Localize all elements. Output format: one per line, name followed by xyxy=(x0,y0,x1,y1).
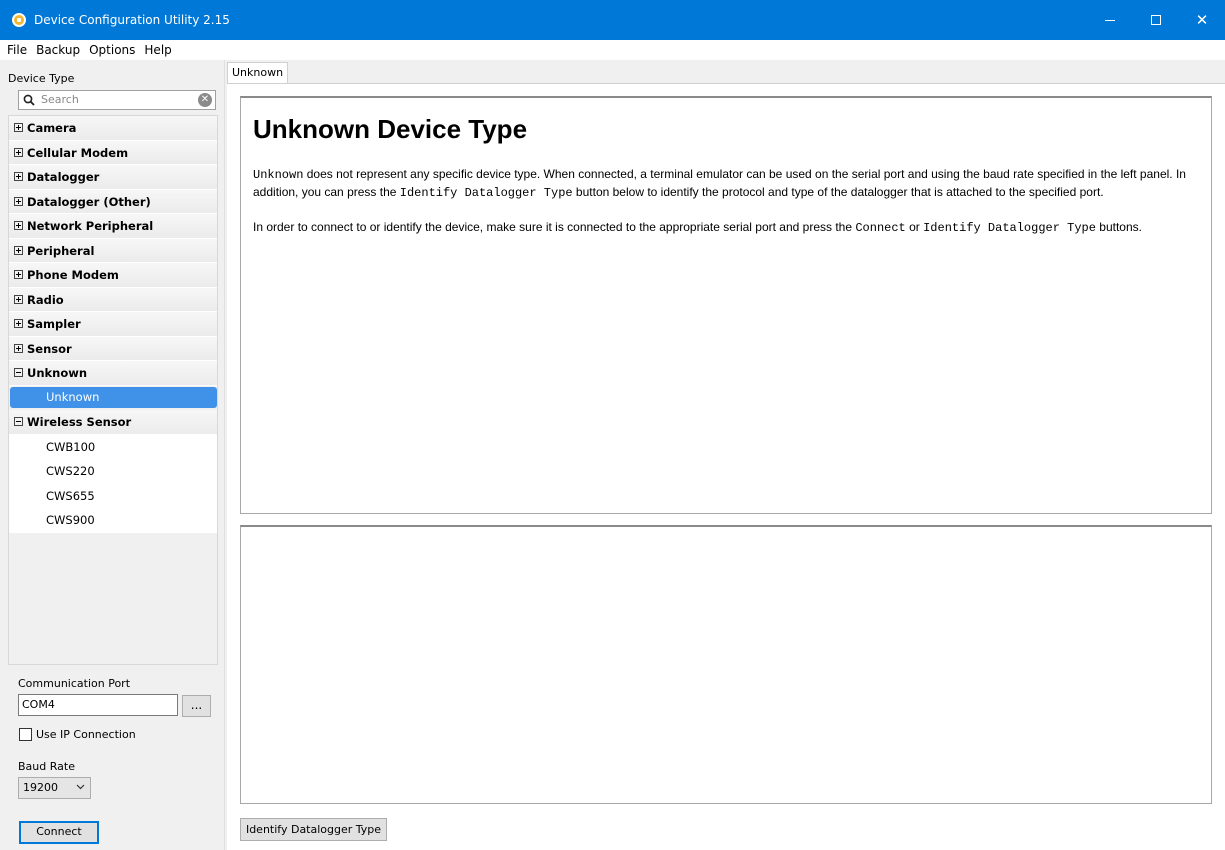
tree-node-camera[interactable]: Camera xyxy=(9,116,217,141)
left-panel: Device Type Search ✕ Camera Cellular Mode… xyxy=(0,60,225,850)
tree-node-datalogger[interactable]: Datalogger xyxy=(9,165,217,190)
communication-port-input[interactable]: COM4 xyxy=(18,694,178,716)
terminal-output[interactable] xyxy=(240,525,1212,804)
menu-help[interactable]: Help xyxy=(141,41,177,59)
tree-node-label: Camera xyxy=(27,121,77,135)
device-type-label: Device Type xyxy=(8,72,75,85)
use-ip-checkbox[interactable] xyxy=(19,728,32,741)
tree-node-sensor[interactable]: Sensor xyxy=(9,336,217,361)
app-icon xyxy=(12,13,26,27)
device-type-tree: Camera Cellular Modem Datalogger Datalogger… xyxy=(8,115,218,665)
expand-icon[interactable] xyxy=(14,294,23,304)
identify-datalogger-button[interactable]: Identify Datalogger Type xyxy=(240,818,387,841)
code-unknown: Unknown xyxy=(253,168,304,182)
tree-node-label: Cellular Modem xyxy=(27,145,129,160)
device-description: Unknown Device Type Unknown does not rep… xyxy=(240,96,1212,514)
communication-port-label: Communication Port xyxy=(18,677,131,690)
expand-icon[interactable] xyxy=(14,319,23,328)
menu-bar: File Backup Options Help xyxy=(0,40,1225,60)
tree-node-unknown[interactable]: Unknown xyxy=(9,361,217,386)
window-title: Device Configuration Utility 2.15 xyxy=(34,13,230,27)
expand-icon[interactable] xyxy=(14,343,23,353)
tree-node-datalogger-other[interactable]: Datalogger (Other) xyxy=(9,189,217,214)
tree-node-label: Phone Modem xyxy=(27,268,119,282)
tree-item-cwb100[interactable]: CWB100 xyxy=(9,434,217,459)
tree-node-radio[interactable]: Radio xyxy=(9,287,217,312)
menu-backup[interactable]: Backup xyxy=(33,41,86,59)
search-placeholder: Search xyxy=(41,93,79,106)
search-input[interactable]: Search ✕ xyxy=(18,90,216,110)
text-span: button below to identify the protocol an… xyxy=(572,185,1104,199)
maximize-icon[interactable] xyxy=(1133,0,1179,40)
tree-node-peripheral[interactable]: Peripheral xyxy=(9,238,217,263)
text-span: or xyxy=(905,220,924,234)
expand-icon[interactable] xyxy=(14,221,23,230)
browse-port-button[interactable]: ... xyxy=(182,695,211,717)
search-icon xyxy=(23,94,35,106)
code-identify: Identify Datalogger Type xyxy=(923,221,1096,235)
tree-item-cws900[interactable]: CWS900 xyxy=(9,508,217,533)
tree-node-label: Radio xyxy=(27,292,64,307)
tree-item-cws220[interactable]: CWS220 xyxy=(9,459,217,484)
tree-node-cellular-modem[interactable]: Cellular Modem xyxy=(9,140,217,165)
tree-node-label: Unknown xyxy=(27,366,88,380)
expand-icon[interactable] xyxy=(14,245,23,255)
tree-node-label: Datalogger xyxy=(27,170,100,184)
text-span: In order to connect to or identify the d… xyxy=(253,220,856,234)
tree-node-label: Datalogger (Other) xyxy=(27,194,151,209)
expand-icon[interactable] xyxy=(14,172,23,181)
expand-icon[interactable] xyxy=(14,147,23,157)
tree-node-wireless-sensor[interactable]: Wireless Sensor xyxy=(9,410,217,435)
tree-node-label: Peripheral xyxy=(27,243,95,258)
baud-rate-label: Baud Rate xyxy=(18,760,75,773)
code-connect: Connect xyxy=(855,221,906,235)
menu-options[interactable]: Options xyxy=(86,41,141,59)
text-span: buttons. xyxy=(1095,220,1142,234)
description-paragraph-2: In order to connect to or identify the d… xyxy=(253,219,1199,237)
tree-node-sampler[interactable]: Sampler xyxy=(9,312,217,337)
tree-node-network-peripheral[interactable]: Network Peripheral xyxy=(9,214,217,239)
tab-unknown[interactable]: Unknown xyxy=(227,62,288,84)
code-identify: Identify Datalogger Type xyxy=(399,186,573,200)
close-icon[interactable]: ✕ xyxy=(1179,0,1225,40)
title-bar: Device Configuration Utility 2.15 ✕ xyxy=(0,0,1225,40)
clear-search-icon[interactable]: ✕ xyxy=(198,93,212,107)
chevron-down-icon xyxy=(76,784,85,790)
expand-icon[interactable] xyxy=(14,270,23,279)
tree-item-unknown[interactable]: Unknown xyxy=(10,387,217,408)
baud-rate-select[interactable]: 19200 xyxy=(18,777,91,799)
connect-button[interactable]: Connect xyxy=(19,821,99,844)
tree-item-cws655[interactable]: CWS655 xyxy=(9,483,217,508)
collapse-icon[interactable] xyxy=(14,417,23,426)
expand-icon[interactable] xyxy=(14,123,23,132)
description-paragraph-1: Unknown does not represent any specific … xyxy=(253,166,1199,202)
tree-node-phone-modem[interactable]: Phone Modem xyxy=(9,263,217,288)
tree-node-label: Network Peripheral xyxy=(27,219,154,233)
collapse-icon[interactable] xyxy=(14,368,23,377)
menu-file[interactable]: File xyxy=(4,41,33,59)
tree-node-label: Sampler xyxy=(27,317,81,331)
minimize-icon[interactable] xyxy=(1087,0,1133,40)
page-title: Unknown Device Type xyxy=(253,114,528,144)
use-ip-label: Use IP Connection xyxy=(36,728,136,741)
tree-node-label: Wireless Sensor xyxy=(27,415,132,429)
expand-icon[interactable] xyxy=(14,196,23,206)
tree-node-label: Sensor xyxy=(27,341,72,356)
main-content: Unknown Device Type Unknown does not rep… xyxy=(227,83,1225,850)
baud-rate-value: 19200 xyxy=(23,781,58,794)
